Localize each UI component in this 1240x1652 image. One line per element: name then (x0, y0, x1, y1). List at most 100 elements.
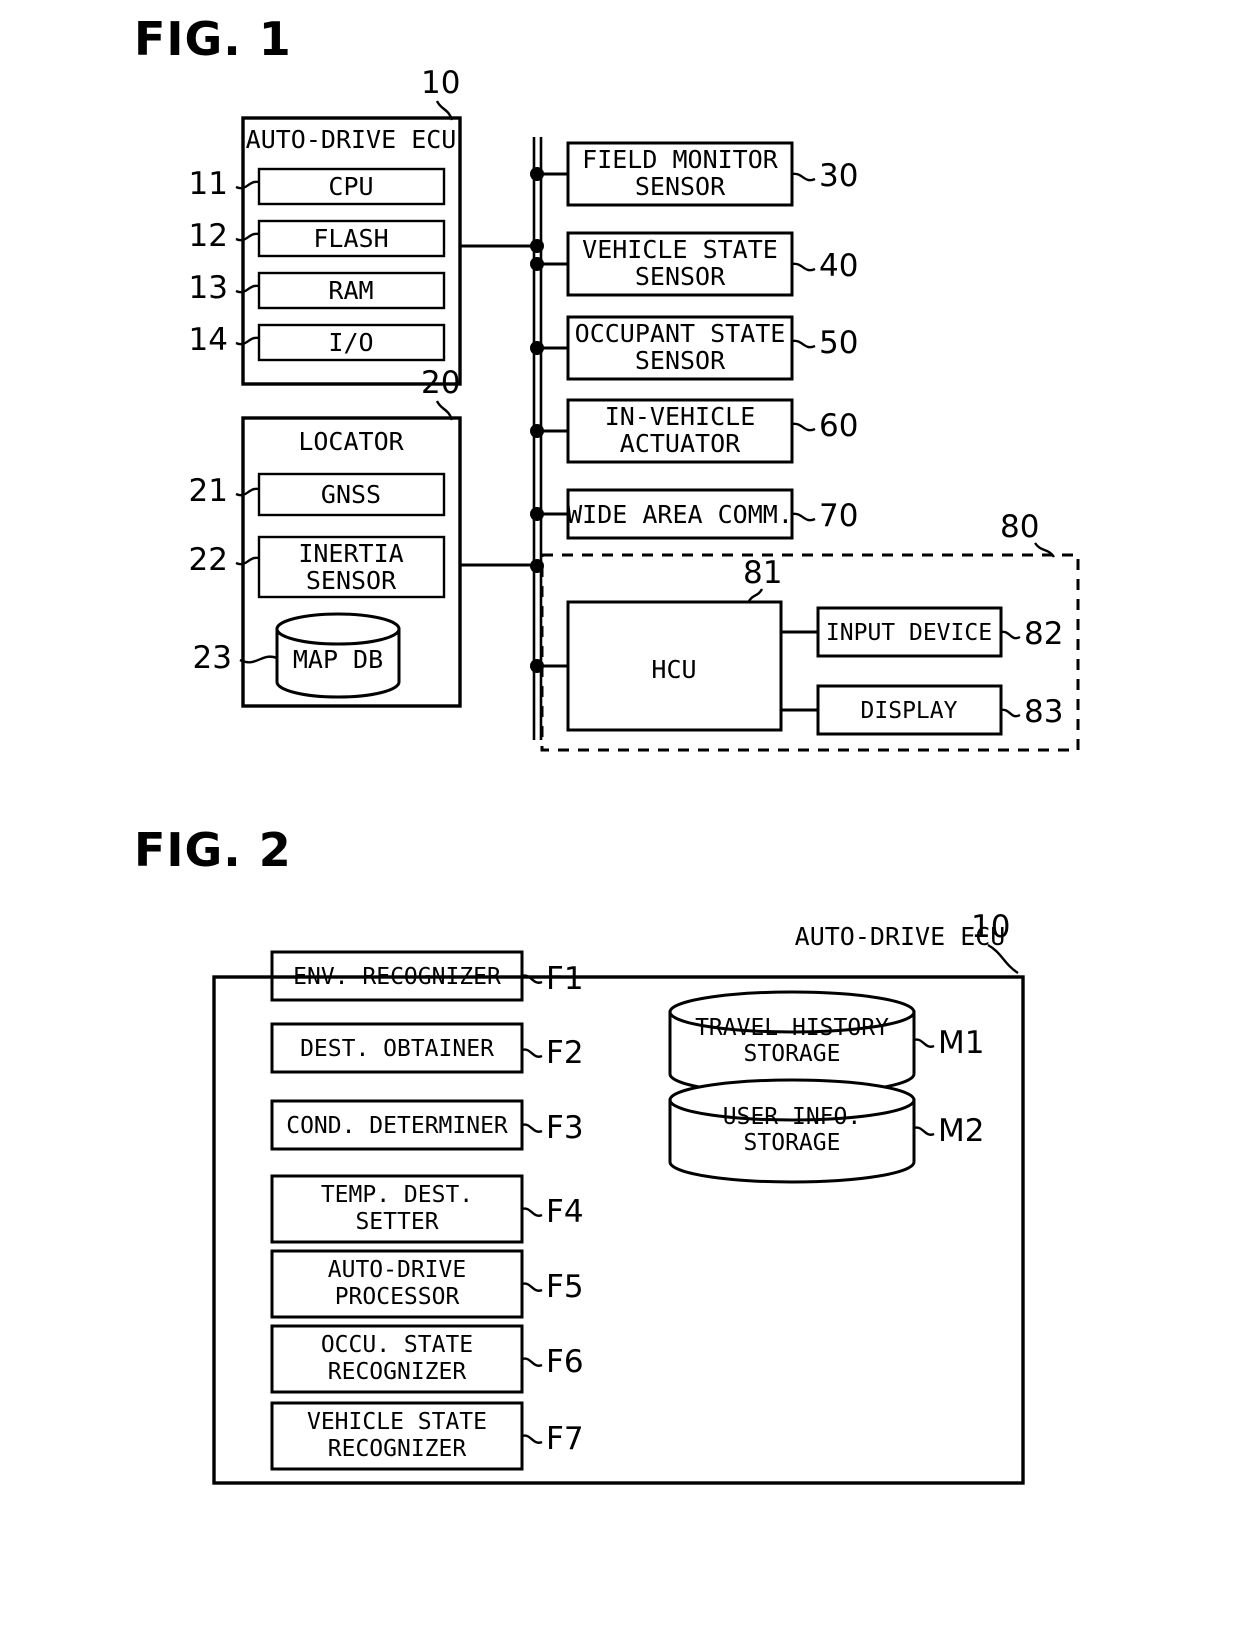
ref-F4-label: F4 (546, 1194, 584, 1230)
ref-82-label: 82 (1024, 616, 1063, 652)
vehicle-state-recognizer-label-line1: VEHICLE STATE (307, 1409, 487, 1435)
fig2-ecu-title: AUTO-DRIVE ECU (795, 922, 1006, 951)
auto-drive-processor-label-line2: PROCESSOR (335, 1284, 460, 1310)
ref-60-label: 60 (819, 408, 858, 444)
fig1-title: FIG. 1 (134, 12, 292, 66)
ref-F6-lead (521, 1357, 543, 1367)
ref-83-label: 83 (1024, 694, 1063, 730)
bus-dot-locator (530, 559, 544, 573)
ref-81-label: 81 (743, 555, 782, 591)
occu-state-recognizer-label-line1: OCCU. STATE (321, 1332, 473, 1358)
ref-23-lead (239, 655, 278, 664)
ref-F5-label: F5 (546, 1269, 584, 1305)
ref-23-label: 23 (193, 640, 232, 676)
temp-dest-setter-label-line2: SETTER (355, 1209, 438, 1235)
inertia-sensor-label-line1: INERTIA (298, 539, 403, 568)
ref-70-label: 70 (819, 498, 858, 534)
ref-F6-label: F6 (546, 1344, 584, 1380)
travel-history-storage-label-line1: TRAVEL HISTORY (695, 1015, 889, 1041)
ref-F7-label: F7 (546, 1421, 584, 1457)
occupant-state-sensor-label-line1: OCCUPANT STATE (575, 319, 786, 348)
patent-drawing-sheet: FIG. 1 AUTO-DRIVE ECU 10 CPU 11 FLASH 12… (0, 0, 1240, 1652)
in-vehicle-actuator-label-line2: ACTUATOR (620, 429, 741, 458)
ref-21-lead (235, 487, 260, 497)
vehicle-state-recognizer-label-line2: RECOGNIZER (328, 1436, 467, 1462)
ref-83-lead (1000, 708, 1021, 718)
dest-obtainer-label-line1: DEST. OBTAINER (300, 1036, 494, 1062)
user-info-storage-label-line1: USER INFO. (723, 1104, 861, 1130)
inertia-sensor-label-line2: SENSOR (306, 566, 397, 595)
ref-F1-label: F1 (546, 961, 584, 997)
field-monitor-sensor-label-line2: SENSOR (635, 172, 726, 201)
ref-20-label: 20 (421, 365, 460, 401)
flash-label: FLASH (313, 224, 388, 253)
bus-dot-ecu (530, 239, 544, 253)
io-label: I/O (328, 328, 373, 357)
auto-drive-ecu-title: AUTO-DRIVE ECU (246, 125, 457, 154)
ref-14-label: 14 (189, 322, 228, 358)
bus-dot-60 (530, 424, 544, 438)
hcu-label: HCU (651, 655, 696, 684)
wide-area-comm-label: WIDE AREA COMM. (567, 500, 793, 529)
in-vehicle-actuator-label-line1: IN-VEHICLE (605, 402, 756, 431)
ref-82-lead (1000, 630, 1021, 640)
ref-50-label: 50 (819, 325, 858, 361)
ref-13-label: 13 (189, 270, 228, 306)
display-label: DISPLAY (861, 698, 958, 724)
bus-dot-30 (530, 167, 544, 181)
hmi-group-dashed-box (540, 553, 1080, 752)
map-db-label: MAP DB (293, 645, 383, 674)
occu-state-recognizer-label-line2: RECOGNIZER (328, 1359, 467, 1385)
ref-F3-lead (521, 1123, 543, 1133)
ref-12-label: 12 (189, 218, 228, 254)
travel-history-storage-label-line2: STORAGE (744, 1041, 841, 1067)
ref-60-lead (791, 422, 816, 432)
figure-canvas: FIG. 1 AUTO-DRIVE ECU 10 CPU 11 FLASH 12… (134, 12, 1080, 1485)
ref-12-lead (235, 232, 260, 242)
ref-F2-lead (521, 1048, 543, 1058)
ref-M2-label: M2 (938, 1113, 984, 1149)
vehicle-state-sensor-label-line1: VEHICLE STATE (582, 235, 778, 264)
gnss-label: GNSS (321, 480, 381, 509)
ref-F3-label: F3 (546, 1110, 584, 1146)
ref-11-label: 11 (189, 166, 228, 202)
ref-40-label: 40 (819, 248, 858, 284)
ref-30-lead (791, 172, 816, 182)
ref-M1-lead (913, 1038, 935, 1048)
locator-title: LOCATOR (298, 427, 404, 456)
auto-drive-processor-label-line1: AUTO-DRIVE (328, 1257, 466, 1283)
ref-30-label: 30 (819, 158, 858, 194)
cond-determiner-label-line1: COND. DETERMINER (286, 1113, 508, 1139)
ref-22-lead (235, 556, 260, 566)
ref-M1-label: M1 (938, 1025, 984, 1061)
ref-80-label: 80 (1000, 509, 1039, 545)
user-info-storage-label-line2: STORAGE (744, 1130, 841, 1156)
ref-50-lead (791, 339, 816, 349)
ref-40-lead (791, 262, 816, 272)
ref-21-label: 21 (189, 473, 228, 509)
bus-dot-hcu (530, 659, 544, 673)
ref-70-lead (791, 512, 816, 522)
vehicle-state-sensor-label-line2: SENSOR (635, 262, 726, 291)
ref-13-lead (235, 284, 260, 294)
input-device-label: INPUT DEVICE (826, 620, 992, 646)
bus-dot-40 (530, 257, 544, 271)
ref-M2-lead (913, 1126, 935, 1136)
occupant-state-sensor-label-line2: SENSOR (635, 346, 726, 375)
ram-label: RAM (328, 276, 373, 305)
fig2-title: FIG. 2 (134, 823, 292, 877)
ref-10-label: 10 (421, 65, 460, 101)
cpu-label: CPU (328, 172, 373, 201)
ref-F4-lead (521, 1207, 543, 1217)
ref-F7-lead (521, 1434, 543, 1444)
bus-dot-50 (530, 341, 544, 355)
field-monitor-sensor-label-line1: FIELD MONITOR (582, 145, 779, 174)
ref-11-lead (235, 180, 260, 190)
ref-F2-label: F2 (546, 1035, 584, 1071)
bus-dot-70 (530, 507, 544, 521)
ref-22-label: 22 (189, 542, 228, 578)
ref-14-lead (235, 336, 260, 346)
temp-dest-setter-label-line1: TEMP. DEST. (321, 1182, 473, 1208)
env-recognizer-label-line1: ENV. RECOGNIZER (293, 964, 501, 990)
ref-F5-lead (521, 1282, 543, 1292)
